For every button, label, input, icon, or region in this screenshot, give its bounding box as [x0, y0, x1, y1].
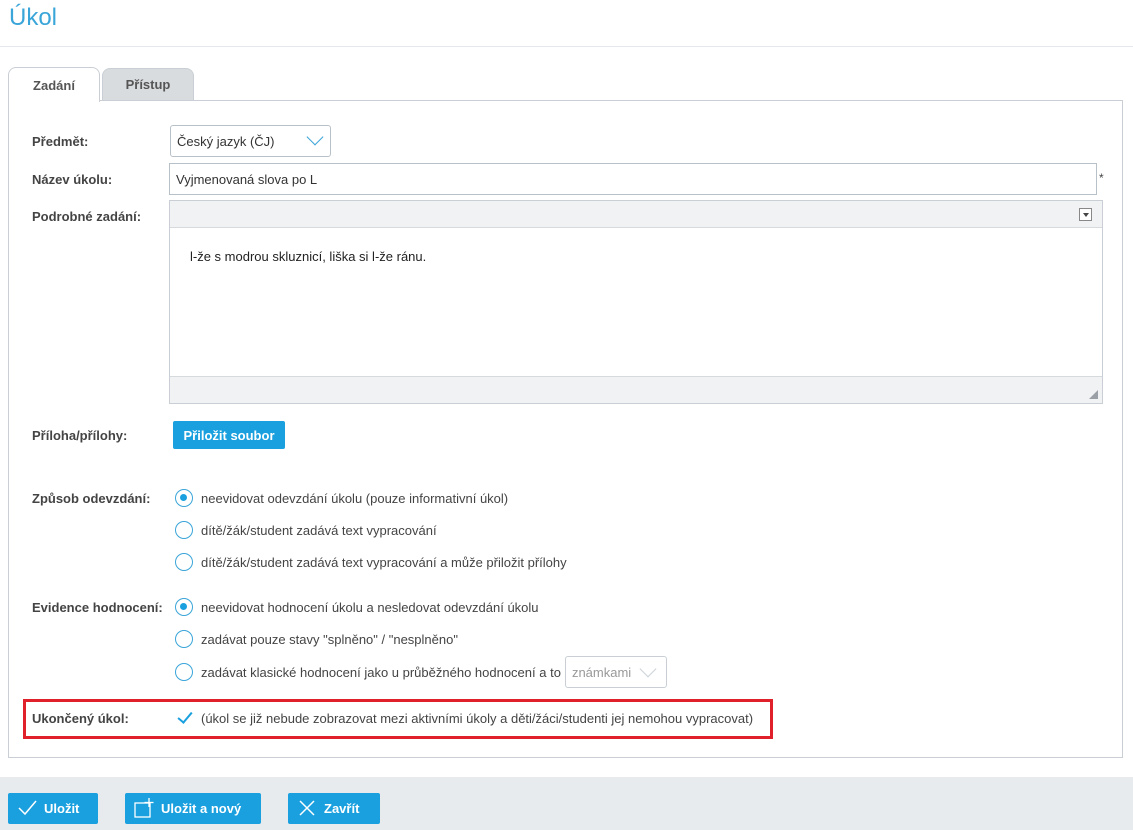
grade-type-value: známkami	[571, 664, 632, 680]
save-button[interactable]: Uložit	[8, 793, 98, 824]
required-mark: *	[1099, 171, 1104, 185]
attach-file-button[interactable]: Přiložit soubor	[173, 421, 285, 449]
highlight-annotation	[23, 699, 773, 739]
page-title: Úkol	[9, 4, 58, 31]
tab-pristup[interactable]: Přístup	[102, 68, 194, 100]
page-header: Úkol	[0, 0, 1133, 47]
grading-label: Evidence hodnocení:	[32, 600, 163, 615]
close-label: Zavřít	[324, 801, 360, 816]
resize-grip-icon[interactable]	[1089, 390, 1098, 399]
close-button[interactable]: Zavřít	[288, 793, 380, 824]
radio-unchecked[interactable]	[175, 553, 193, 571]
chevron-down-icon	[639, 660, 657, 678]
footer-bar: Uložit Uložit a nový Zavřít	[0, 777, 1133, 830]
submission-label: Způsob odevzdání:	[32, 491, 151, 506]
attachments-label: Příloha/přílohy:	[32, 428, 128, 443]
radio-checked[interactable]	[175, 598, 193, 616]
radio-unchecked[interactable]	[175, 521, 193, 539]
save-and-new-button[interactable]: Uložit a nový	[125, 793, 261, 824]
editor-text: l-že s modrou skluznicí, liška si l-že r…	[190, 249, 427, 264]
radio-unchecked[interactable]	[175, 630, 193, 648]
radio-unchecked[interactable]	[175, 663, 193, 681]
radio-label: neevidovat odevzdání úkolu (pouze inform…	[201, 490, 509, 506]
task-name-label: Název úkolu:	[32, 172, 113, 187]
add-document-icon	[134, 798, 154, 818]
check-icon	[18, 800, 37, 816]
grading-option-1[interactable]: neevidovat hodnocení úkolu a nesledovat …	[175, 597, 539, 617]
submission-option-1[interactable]: neevidovat odevzdání úkolu (pouze inform…	[175, 488, 508, 508]
save-and-new-label: Uložit a nový	[161, 801, 242, 816]
radio-label: dítě/žák/student zadává text vypracování…	[201, 554, 567, 570]
subject-label: Předmět:	[32, 134, 89, 149]
editor-toolbar	[170, 201, 1102, 228]
submission-option-3[interactable]: dítě/žák/student zadává text vypracování…	[175, 552, 567, 572]
editor-menu-dropdown-icon[interactable]	[1079, 208, 1092, 221]
subject-select[interactable]: Český jazyk (ČJ)	[170, 125, 331, 157]
close-icon	[299, 800, 315, 816]
save-label: Uložit	[44, 801, 80, 816]
editor-statusbar	[170, 376, 1102, 403]
grading-option-3[interactable]: zadávat klasické hodnocení jako u průběž…	[175, 656, 667, 688]
grading-option-2[interactable]: zadávat pouze stavy "splněno" / "nesplně…	[175, 629, 458, 649]
chevron-down-icon	[306, 128, 324, 146]
details-label: Podrobné zadání:	[32, 209, 142, 224]
editor-content[interactable]: l-že s modrou skluznicí, liška si l-že r…	[170, 229, 1102, 377]
radio-label: dítě/žák/student zadává text vypracování	[201, 522, 437, 538]
rich-text-editor: l-že s modrou skluznicí, liška si l-že r…	[169, 200, 1103, 404]
radio-label: neevidovat hodnocení úkolu a nesledovat …	[201, 599, 539, 615]
grade-type-select[interactable]: známkami	[564, 656, 667, 688]
radio-label: zadávat pouze stavy "splněno" / "nesplně…	[201, 631, 458, 647]
radio-checked[interactable]	[175, 489, 193, 507]
tab-zadani[interactable]: Zadání	[8, 67, 100, 102]
subject-value: Český jazyk (ČJ)	[177, 133, 275, 149]
radio-label: zadávat klasické hodnocení jako u průběž…	[201, 664, 561, 680]
task-name-input[interactable]	[169, 163, 1097, 195]
submission-option-2[interactable]: dítě/žák/student zadává text vypracování	[175, 520, 437, 540]
